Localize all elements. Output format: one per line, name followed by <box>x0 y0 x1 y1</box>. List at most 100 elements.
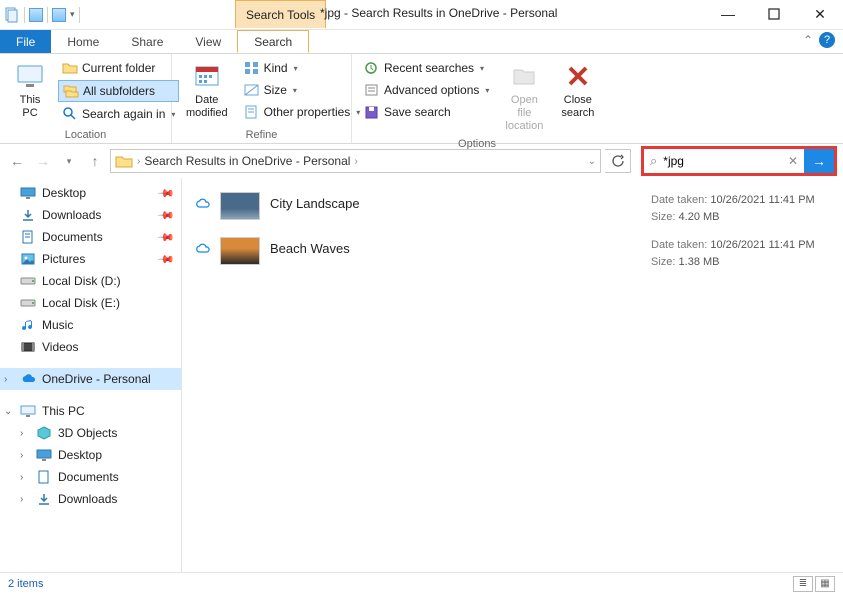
window-title: *jpg - Search Results in OneDrive - Pers… <box>320 6 557 20</box>
current-folder-button[interactable]: Current folder <box>58 58 179 78</box>
result-name: City Landscape <box>270 192 641 211</box>
back-button[interactable]: ← <box>6 150 28 172</box>
up-button[interactable]: ↑ <box>84 150 106 172</box>
breadcrumb-separator[interactable]: › <box>137 156 140 167</box>
chevron-right-icon[interactable]: › <box>4 374 7 385</box>
separator <box>47 7 48 23</box>
nav-label: Documents <box>58 470 119 484</box>
save-search-button[interactable]: Save search <box>360 102 493 122</box>
breadcrumb[interactable]: Search Results in OneDrive - Personal <box>144 154 350 168</box>
recent-searches-label: Recent searches <box>384 61 474 75</box>
nav-desktop[interactable]: Desktop📌 <box>0 182 181 204</box>
clear-search-icon[interactable]: ✕ <box>788 154 798 168</box>
nav-local-disk-e[interactable]: Local Disk (E:) <box>0 292 181 314</box>
close-button[interactable]: ✕ <box>797 0 843 28</box>
main-area: Desktop📌 Downloads📌 Documents 📌 Pictures📌… <box>0 178 843 572</box>
qat-button-1[interactable] <box>29 8 43 22</box>
size-button[interactable]: Size ▾ <box>240 80 365 100</box>
chevron-right-icon[interactable]: › <box>20 428 23 439</box>
cube-icon <box>36 425 52 441</box>
nav-label: Local Disk (E:) <box>42 296 120 310</box>
tab-home[interactable]: Home <box>51 30 115 53</box>
search-again-label: Search again in <box>82 107 165 121</box>
chevron-down-icon: ▾ <box>480 64 484 73</box>
ribbon-tabs: File Home Share View Search ⌃ ? <box>0 30 843 54</box>
recent-searches-button[interactable]: Recent searches ▾ <box>360 58 493 78</box>
maximize-button[interactable] <box>751 0 797 28</box>
qat-button-2[interactable] <box>52 8 66 22</box>
meta-value: 10/26/2021 11:41 PM <box>710 194 814 206</box>
folders-icon <box>63 83 79 99</box>
folder-icon <box>62 60 78 76</box>
nav-documents[interactable]: Documents 📌 <box>0 226 181 248</box>
navigation-pane: Desktop📌 Downloads📌 Documents 📌 Pictures📌… <box>0 178 182 572</box>
close-search-label: Close search <box>561 94 594 120</box>
nav-videos[interactable]: Videos <box>0 336 181 358</box>
refresh-button[interactable] <box>605 149 631 173</box>
pin-icon[interactable]: 📌 <box>157 184 176 203</box>
nav-music[interactable]: Music <box>0 314 181 336</box>
drive-icon <box>20 295 36 311</box>
tab-search[interactable]: Search <box>237 30 309 53</box>
result-row[interactable]: City Landscape Date taken: 10/26/2021 11… <box>194 186 831 231</box>
details-view-button[interactable]: ≣ <box>793 576 813 592</box>
search-box-highlight: ⌕ ✕ → <box>641 146 837 176</box>
chevron-down-icon[interactable]: ⌄ <box>4 406 12 417</box>
nav-3d-objects[interactable]: › 3D Objects <box>0 422 181 444</box>
address-dropdown-icon[interactable]: ⌄ <box>588 156 596 167</box>
help-icon[interactable]: ? <box>819 32 835 48</box>
item-count: 2 items <box>8 578 43 590</box>
search-go-button[interactable]: → <box>804 149 834 173</box>
nav-onedrive[interactable]: ›OneDrive - Personal <box>0 368 181 390</box>
other-properties-button[interactable]: Other properties ▾ <box>240 102 365 122</box>
nav-pictures[interactable]: Pictures📌 <box>0 248 181 270</box>
cloud-status-icon <box>194 198 210 210</box>
close-icon <box>562 60 594 92</box>
all-subfolders-button[interactable]: All subfolders <box>58 80 179 102</box>
advanced-options-button[interactable]: Advanced options ▾ <box>360 80 493 100</box>
options-icon <box>364 82 380 98</box>
save-search-label: Save search <box>384 105 451 119</box>
search-box[interactable]: ⌕ ✕ <box>644 149 804 173</box>
pin-icon[interactable]: 📌 <box>157 206 176 225</box>
current-folder-label: Current folder <box>82 61 155 75</box>
pin-icon[interactable]: 📌 <box>157 228 176 247</box>
history-dropdown[interactable]: ▾ <box>58 150 80 172</box>
chevron-right-icon[interactable]: › <box>20 494 23 505</box>
minimize-button[interactable]: — <box>705 0 751 28</box>
chevron-down-icon: ▾ <box>294 64 298 73</box>
properties-icon <box>244 104 260 120</box>
search-again-in-button[interactable]: Search again in ▾ <box>58 104 179 124</box>
kind-button[interactable]: Kind ▾ <box>240 58 365 78</box>
address-bar[interactable]: › Search Results in OneDrive - Personal … <box>110 149 601 173</box>
chevron-down-icon: ▾ <box>485 86 489 95</box>
address-bar-row: ← → ▾ ↑ › Search Results in OneDrive - P… <box>0 144 843 178</box>
nav-documents-2[interactable]: › Documents <box>0 466 181 488</box>
nav-desktop-2[interactable]: ›Desktop <box>0 444 181 466</box>
tab-file[interactable]: File <box>0 30 51 53</box>
nav-local-disk-d[interactable]: Local Disk (D:) <box>0 270 181 292</box>
result-row[interactable]: Beach Waves Date taken: 10/26/2021 11:41… <box>194 231 831 276</box>
advanced-options-label: Advanced options <box>384 83 479 97</box>
search-input[interactable] <box>663 154 763 168</box>
tab-share[interactable]: Share <box>115 30 179 53</box>
date-modified-button[interactable]: Date modified <box>180 58 234 122</box>
pin-icon[interactable]: 📌 <box>157 250 176 269</box>
chevron-right-icon[interactable]: › <box>20 450 23 461</box>
nav-downloads-2[interactable]: ›Downloads <box>0 488 181 510</box>
breadcrumb-separator[interactable]: › <box>354 156 357 167</box>
collapse-ribbon-icon[interactable]: ⌃ <box>803 33 813 47</box>
tab-view[interactable]: View <box>179 30 237 53</box>
this-pc-button[interactable]: This PC <box>8 58 52 122</box>
forward-button[interactable]: → <box>32 150 54 172</box>
open-location-icon <box>508 60 540 92</box>
date-modified-label: Date modified <box>186 94 228 120</box>
nav-label: 3D Objects <box>58 426 117 440</box>
nav-label: Documents <box>42 230 103 244</box>
chevron-right-icon[interactable]: › <box>20 472 23 483</box>
close-search-button[interactable]: Close search <box>555 58 600 122</box>
chevron-down-icon[interactable]: ▾ <box>70 9 75 20</box>
nav-downloads[interactable]: Downloads📌 <box>0 204 181 226</box>
nav-this-pc[interactable]: ⌄This PC <box>0 400 181 422</box>
icons-view-button[interactable]: ▦ <box>815 576 835 592</box>
